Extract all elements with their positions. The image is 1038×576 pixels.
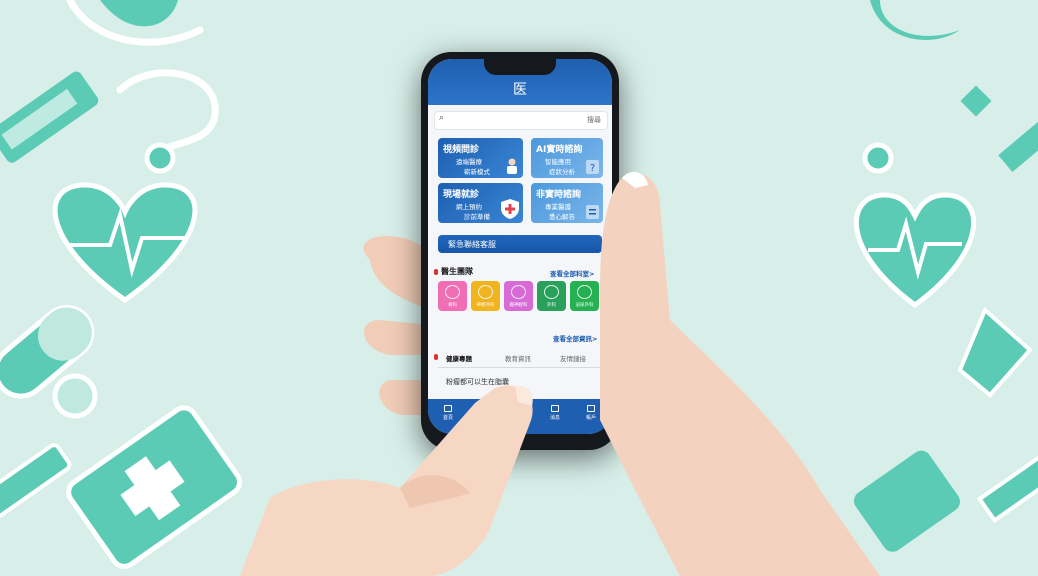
moon-icon — [870, 0, 960, 40]
pill-right-icon — [957, 306, 1033, 398]
section-marker-icon — [434, 269, 438, 275]
brain-icon — [478, 285, 493, 299]
bone-icon — [445, 285, 460, 299]
card-line1: 遠端醫療 — [456, 158, 482, 166]
card-line1: 網上預約 — [456, 203, 482, 211]
stethoscope-ear-icon — [100, 0, 178, 27]
tablet-icon — [52, 373, 98, 419]
doctor-team-title: 醫生團隊 — [441, 267, 473, 276]
tab-education-info[interactable]: 教育資訊 — [505, 353, 531, 363]
scalpel-icon — [544, 285, 559, 299]
app-logo: 医 — [513, 82, 527, 98]
video-consult-card[interactable]: 視頻問診 遠端醫療 嶄新模式 — [438, 138, 523, 178]
stethoscope-head-icon — [144, 142, 176, 174]
pointing-hand — [240, 385, 533, 576]
tab-health-topics[interactable]: 健康專題 — [446, 353, 472, 363]
syringe-small-icon — [0, 443, 72, 518]
phone-notch — [484, 59, 556, 75]
dept-label: 腦神經科 — [509, 303, 528, 308]
dept-neurology[interactable]: 腦神經科 — [504, 281, 533, 311]
dept-neurosurgery[interactable]: 神經外科 — [471, 281, 500, 311]
dept-orthopedics[interactable]: 骨科 — [438, 281, 467, 311]
search-button[interactable]: 搜尋 — [587, 115, 601, 125]
cross-small-icon — [960, 85, 992, 117]
card-title: AI實時諮詢 — [536, 145, 583, 155]
search-icon: ⌕ — [439, 113, 445, 123]
dept-label: 神經外科 — [476, 303, 495, 308]
brain-icon — [511, 285, 526, 299]
syringe-icon — [0, 71, 99, 163]
card-line2: 嶄新模式 — [464, 168, 490, 176]
shield-cross-icon — [501, 199, 519, 219]
syringe-bottom-right-icon — [976, 450, 1038, 524]
syringe-right-icon — [998, 110, 1038, 173]
right-hand — [600, 171, 880, 576]
urgent-contact-label: 緊急聯絡客服 — [448, 240, 496, 249]
doctor-icon — [507, 158, 517, 174]
dept-label: 骨科 — [448, 303, 457, 308]
first-aid-icon — [66, 405, 242, 569]
onsite-visit-card[interactable]: 現場就診 網上預約 診前準備 — [438, 183, 523, 223]
search-bar[interactable]: ⌕ 搜尋 — [434, 111, 608, 130]
card-line2: 診前準備 — [464, 213, 490, 221]
card-title: 視頻問診 — [443, 145, 480, 155]
card-title: 現場就診 — [443, 190, 480, 200]
